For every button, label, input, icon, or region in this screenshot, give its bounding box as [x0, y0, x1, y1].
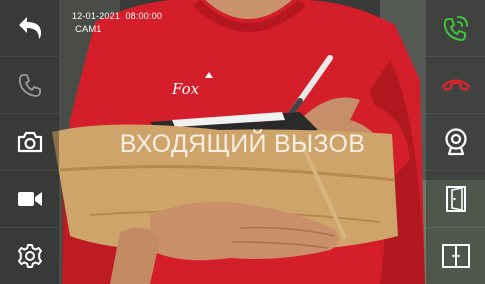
snapshot-button[interactable] [0, 114, 59, 171]
video-icon [17, 192, 42, 206]
call-button[interactable] [0, 57, 59, 114]
camera-icon [17, 131, 42, 153]
answer-call-button[interactable] [426, 0, 485, 57]
switch-camera-button[interactable] [426, 114, 485, 171]
settings-button[interactable] [0, 228, 59, 284]
record-video-button[interactable] [0, 171, 59, 228]
phone-icon [18, 74, 41, 97]
left-control-panel [0, 0, 59, 284]
gate-open-icon [441, 244, 470, 268]
intercom-screen: Fox 12-01-2021 08:00:00 CAM1 ВХОДЯЩИЙ ВЫ… [0, 0, 485, 284]
back-button[interactable] [0, 0, 59, 57]
hang-up-icon [441, 79, 470, 92]
incoming-call-status: ВХОДЯЩИЙ ВЫЗОВ [119, 130, 366, 158]
timestamp: 12-01-2021 08:00:00 [72, 11, 162, 22]
time-text: 08:00:00 [125, 11, 163, 21]
gear-icon [17, 244, 42, 268]
open-gate-button[interactable] [426, 228, 485, 284]
door-open-icon [445, 186, 466, 212]
shirt-logo: Fox [171, 80, 200, 98]
answer-call-icon [443, 16, 468, 41]
right-control-panel [426, 0, 485, 284]
date-text: 12-01-2021 [72, 11, 121, 21]
webcam-icon [444, 128, 467, 156]
hang-up-button[interactable] [426, 57, 485, 114]
open-door-button[interactable] [426, 171, 485, 228]
camera-label: CAM1 [75, 24, 102, 35]
back-icon [18, 17, 41, 39]
